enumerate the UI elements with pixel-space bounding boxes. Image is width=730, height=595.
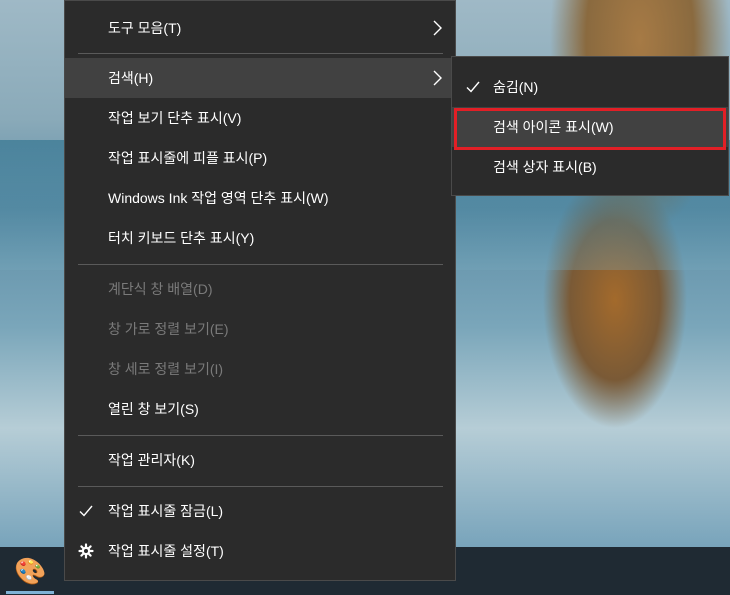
menu-item-task-manager[interactable]: 작업 관리자(K): [65, 440, 455, 480]
menu-item-show-desktop[interactable]: 열린 창 보기(S): [65, 389, 455, 429]
menu-item-people-button[interactable]: 작업 표시줄에 피플 표시(P): [65, 138, 455, 178]
annotation-highlight-box: [454, 108, 726, 150]
submenu-item-show-search-box[interactable]: 검색 상자 표시(B): [452, 147, 728, 187]
submenu-item-label: 숨김(N): [493, 79, 539, 95]
taskbar-active-indicator: [6, 591, 54, 594]
menu-item-label: 작업 표시줄 설정(T): [108, 543, 224, 559]
checkmark-icon: [465, 67, 485, 107]
submenu-item-label: 검색 상자 표시(B): [493, 159, 597, 175]
menu-item-search[interactable]: 검색(H): [65, 58, 455, 98]
chevron-right-icon: [431, 58, 443, 98]
menu-item-windows-ink-button[interactable]: Windows Ink 작업 영역 단추 표시(W): [65, 178, 455, 218]
chevron-right-icon: [431, 8, 443, 48]
paint-palette-icon[interactable]: 🎨: [14, 556, 46, 586]
menu-separator: [78, 435, 443, 436]
menu-item-label: Windows Ink 작업 영역 단추 표시(W): [108, 190, 329, 206]
menu-item-label: 검색(H): [108, 70, 154, 86]
menu-item-label: 작업 표시줄에 피플 표시(P): [108, 150, 268, 166]
menu-item-label: 도구 모음(T): [108, 20, 182, 36]
menu-separator: [78, 53, 443, 54]
menu-item-task-view-button[interactable]: 작업 보기 단추 표시(V): [65, 98, 455, 138]
menu-separator: [78, 486, 443, 487]
menu-item-label: 작업 관리자(K): [108, 452, 195, 468]
menu-item-touch-keyboard-button[interactable]: 터치 키보드 단추 표시(Y): [65, 218, 455, 258]
menu-item-label: 터치 키보드 단추 표시(Y): [108, 230, 255, 246]
menu-item-taskbar-settings[interactable]: 작업 표시줄 설정(T): [65, 531, 455, 571]
menu-item-lock-taskbar[interactable]: 작업 표시줄 잠금(L): [65, 491, 455, 531]
menu-item-label: 작업 보기 단추 표시(V): [108, 110, 242, 126]
menu-item-label: 열린 창 보기(S): [108, 401, 199, 417]
gear-icon: [78, 531, 98, 571]
menu-item-show-windows-stacked: 창 가로 정렬 보기(E): [65, 309, 455, 349]
taskbar-context-menu: 도구 모음(T) 검색(H) 작업 보기 단추 표시(V) 작업 표시줄에 피플…: [64, 0, 456, 581]
menu-item-show-windows-side-by-side: 창 세로 정렬 보기(I): [65, 349, 455, 389]
menu-separator: [78, 264, 443, 265]
submenu-item-hidden[interactable]: 숨김(N): [452, 67, 728, 107]
menu-item-label: 창 세로 정렬 보기(I): [108, 361, 224, 377]
menu-item-cascade-windows: 계단식 창 배열(D): [65, 269, 455, 309]
menu-item-label: 작업 표시줄 잠금(L): [108, 503, 224, 519]
menu-item-toolbars[interactable]: 도구 모음(T): [65, 8, 455, 48]
checkmark-icon: [78, 491, 98, 531]
menu-item-label: 계단식 창 배열(D): [108, 281, 213, 297]
menu-item-label: 창 가로 정렬 보기(E): [108, 321, 229, 337]
